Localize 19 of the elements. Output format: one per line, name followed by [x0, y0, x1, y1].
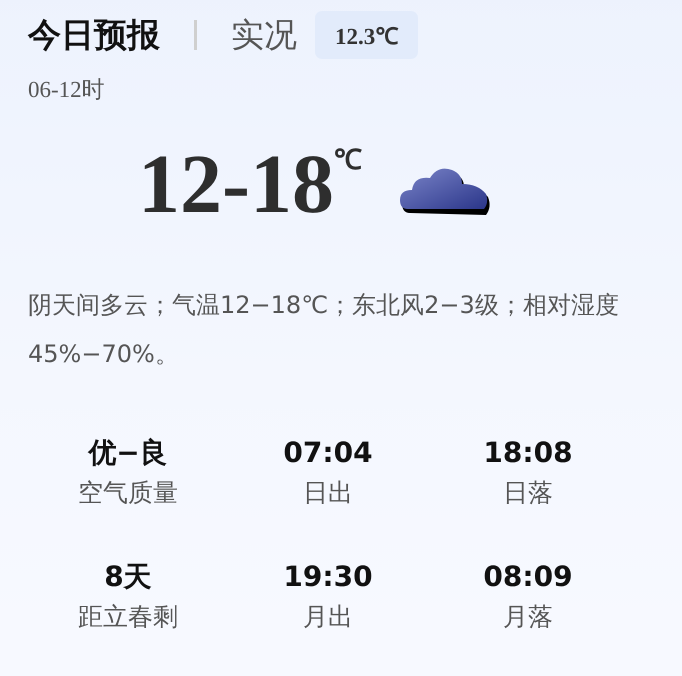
- stat-value: 8天: [104, 559, 152, 595]
- temperature-unit: ℃: [334, 144, 362, 177]
- stat-label: 日出: [303, 477, 353, 509]
- stat-label: 日落: [503, 477, 553, 509]
- tab[interactable]: 今日预报: [28, 12, 160, 58]
- stat-label: 距立春剩: [78, 601, 178, 633]
- stat-value: 19:30: [283, 559, 373, 595]
- stat-value: 08:09: [483, 559, 573, 595]
- stat-label: 月落: [503, 601, 553, 633]
- stat-value: 优−良: [88, 435, 168, 471]
- tab[interactable]: 实况: [231, 12, 297, 58]
- stat-label: 月出: [303, 601, 353, 633]
- stat-value: 07:04: [283, 435, 373, 471]
- stat-label: 空气质量: [78, 477, 178, 509]
- current-temperature-badge: 12.3℃: [315, 11, 418, 59]
- weather-description: 阴天间多云；气温12−18℃；东北风2−3级；相对湿度45%−70%。: [28, 290, 620, 370]
- time-period: 06-12时: [28, 76, 106, 104]
- stat-value: 18:08: [483, 435, 573, 471]
- temperature-range: 12-18: [138, 137, 334, 233]
